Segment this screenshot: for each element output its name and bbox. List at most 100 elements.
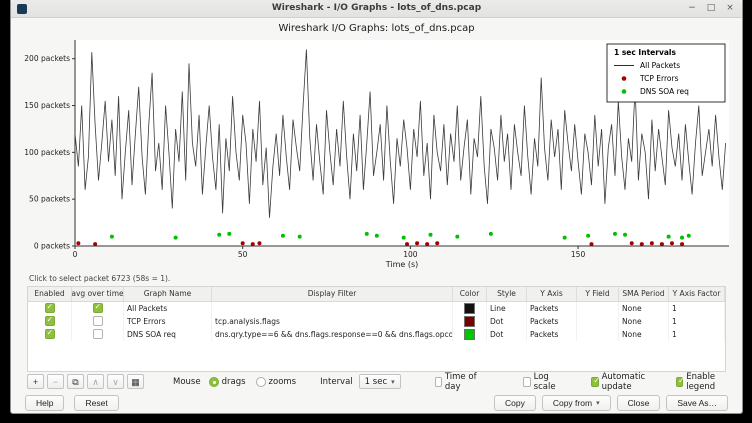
style-cell: Line xyxy=(487,302,527,315)
save-as-button[interactable]: Save As… xyxy=(666,395,728,411)
copy-button[interactable]: Copy xyxy=(494,395,536,411)
avg-over-time-checkbox-cell xyxy=(72,315,124,328)
y-axis-cell: Packets xyxy=(527,328,577,341)
avg-over-time-checkbox[interactable] xyxy=(93,303,103,313)
avg-over-time-checkbox[interactable] xyxy=(93,329,103,339)
legend-entry-label: TCP Errors xyxy=(639,74,679,83)
column-header-enabled: Enabled xyxy=(28,287,72,301)
y-tick-label: 0 packets xyxy=(34,241,70,250)
window-title: Wireshark - I/O Graphs - lots_of_dns.pca… xyxy=(272,3,481,13)
duplicate-graph-button[interactable]: ⧉ xyxy=(67,374,84,389)
color-cell xyxy=(453,302,487,315)
style-cell: Dot xyxy=(487,315,527,328)
style-cell: Dot xyxy=(487,328,527,341)
checkbox-icon xyxy=(435,377,442,387)
reset-button[interactable]: Reset xyxy=(74,395,118,411)
move-up-button[interactable]: ∧ xyxy=(87,374,104,389)
avg-over-time-checkbox[interactable] xyxy=(93,316,103,326)
name-cell: All Packets xyxy=(124,302,212,315)
wireshark-window-icon xyxy=(17,4,27,14)
time-of-day-checkbox[interactable]: Time of day xyxy=(435,372,478,392)
color-swatch[interactable] xyxy=(464,303,475,314)
checkbox-icon xyxy=(676,377,683,387)
remove-graph-button[interactable]: − xyxy=(47,374,64,389)
dialog-footer: Help Reset Copy Copy from ▾ Close Save A… xyxy=(11,391,742,413)
color-swatch[interactable] xyxy=(464,316,475,327)
y-tick-label: 200 packets xyxy=(24,54,70,63)
radio-icon xyxy=(209,377,219,387)
close-button[interactable]: × xyxy=(724,2,736,15)
graphs-table-body: All Packets LinePackets None1TCP Errorstcp… xyxy=(28,302,725,341)
name-cell: DNS SOA req xyxy=(124,328,212,341)
mouse-zooms-radio[interactable]: zooms xyxy=(256,377,297,387)
clear-graphs-button[interactable]: ▦ xyxy=(127,374,144,389)
y-tick-label: 150 packets xyxy=(24,101,70,110)
x-tick-label: 0 xyxy=(73,250,78,259)
column-header-style: Style xyxy=(487,287,527,301)
legend-entry-label: All Packets xyxy=(640,61,680,70)
checkbox-label: Enable legend xyxy=(686,372,726,392)
add-graph-button[interactable]: + xyxy=(27,374,44,389)
chevron-down-icon: ▾ xyxy=(596,399,600,407)
graph-row-all-packets[interactable]: All PacketsLinePacketsNone1 xyxy=(28,302,725,315)
enable-legend-checkbox[interactable]: Enable legend xyxy=(676,372,726,392)
y-tick-label: 100 packets xyxy=(24,148,70,157)
filter-cell xyxy=(212,302,453,315)
minimize-button[interactable]: − xyxy=(686,2,698,15)
help-button[interactable]: Help xyxy=(25,395,64,411)
y-field-cell xyxy=(577,302,619,315)
log-scale-checkbox[interactable]: Log scale xyxy=(523,372,559,392)
sma-cell: None xyxy=(619,302,669,315)
interval-label: Interval xyxy=(320,377,353,387)
avg-over-time-checkbox-cell xyxy=(72,328,124,341)
factor-cell: 1 xyxy=(669,315,725,328)
factor-cell: 1 xyxy=(669,328,725,341)
io-graph-chart[interactable]: 0 packets 50 packets 100 packets 150 packet… xyxy=(21,34,735,270)
x-tick-label: 100 xyxy=(403,250,418,259)
x-tick-label: 50 xyxy=(238,250,248,259)
copy-from-button[interactable]: Copy from ▾ xyxy=(542,395,611,411)
checkbox-icon xyxy=(523,377,530,387)
column-header-sma-period: SMA Period xyxy=(619,287,669,301)
color-swatch[interactable] xyxy=(464,329,475,340)
color-cell xyxy=(453,315,487,328)
interval-dropdown[interactable]: 1 sec ▾ xyxy=(359,374,401,389)
y-axis-cell: Packets xyxy=(527,315,577,328)
sma-cell: None xyxy=(619,315,669,328)
checkbox-label: Log scale xyxy=(534,372,560,392)
maximize-button[interactable]: □ xyxy=(705,2,717,15)
column-header-y-field: Y Field xyxy=(577,287,619,301)
graph-row-tcp-errors[interactable]: TCP Errorstcp.analysis.flagsDotPacketsNo… xyxy=(28,315,725,328)
radio-icon xyxy=(256,377,266,387)
color-cell xyxy=(453,328,487,341)
enabled-checkbox-cell xyxy=(28,315,72,328)
io-graphs-window: Wireshark - I/O Graphs - lots_of_dns.pca… xyxy=(10,0,743,414)
automatic-update-checkbox[interactable]: Automatic update xyxy=(591,372,652,392)
mouse-drags-radio[interactable]: drags xyxy=(209,377,246,387)
avg-over-time-checkbox-cell xyxy=(72,302,124,315)
titlebar[interactable]: Wireshark - I/O Graphs - lots_of_dns.pca… xyxy=(11,0,742,18)
x-axis-label: Time (s) xyxy=(385,260,419,269)
checkbox-icon xyxy=(591,377,598,387)
checkbox-label: Automatic update xyxy=(602,372,652,392)
sma-cell: None xyxy=(619,328,669,341)
graph-row-dns-soa-req[interactable]: DNS SOA reqdns.qry.type==6 && dns.flags.… xyxy=(28,328,725,341)
column-header-y-axis-factor: Y Axis Factor xyxy=(669,287,725,301)
enabled-checkbox[interactable] xyxy=(45,316,55,326)
name-cell: TCP Errors xyxy=(124,315,212,328)
mouse-drags-label: drags xyxy=(222,377,246,387)
y-tick-label: 50 packets xyxy=(29,194,70,203)
copy-from-label: Copy from xyxy=(553,398,592,408)
move-down-button[interactable]: ∨ xyxy=(107,374,124,389)
column-header-graph-name: Graph Name xyxy=(124,287,212,301)
chart-title: Wireshark I/O Graphs: lots_of_dns.pcap xyxy=(11,23,742,34)
enabled-checkbox[interactable] xyxy=(45,329,55,339)
interval-value: 1 sec xyxy=(365,377,387,387)
close-button[interactable]: Close xyxy=(617,395,661,411)
graphs-table-header: Enabledavg over timeGraph NameDisplay Fi… xyxy=(28,287,725,302)
filter-cell: dns.qry.type==6 && dns.flags.response==0… xyxy=(212,328,453,341)
column-header-y-axis: Y Axis xyxy=(527,287,577,301)
y-field-cell xyxy=(577,315,619,328)
column-header-color: Color xyxy=(453,287,487,301)
enabled-checkbox[interactable] xyxy=(45,303,55,313)
